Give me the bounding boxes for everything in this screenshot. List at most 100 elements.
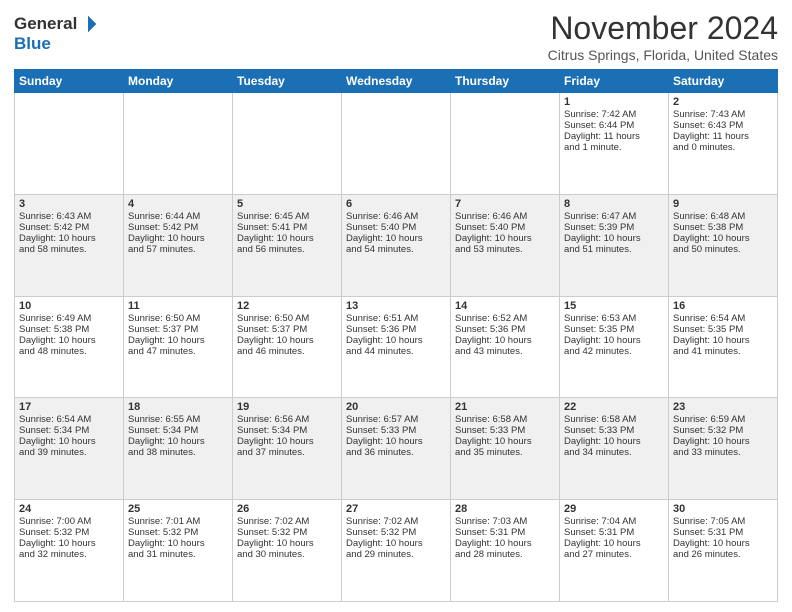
day-info: Daylight: 10 hours <box>128 233 228 244</box>
day-info: Daylight: 10 hours <box>455 335 555 346</box>
month-title: November 2024 <box>548 10 778 47</box>
calendar-cell: 6Sunrise: 6:46 AMSunset: 5:40 PMDaylight… <box>342 194 451 296</box>
day-info: and 44 minutes. <box>346 346 446 357</box>
day-info: Sunrise: 6:54 AM <box>19 414 119 425</box>
calendar-row: 3Sunrise: 6:43 AMSunset: 5:42 PMDaylight… <box>15 194 778 296</box>
weekday-header: Sunday <box>15 70 124 93</box>
day-info: Daylight: 10 hours <box>237 436 337 447</box>
location: Citrus Springs, Florida, United States <box>548 47 778 63</box>
day-info: Daylight: 11 hours <box>564 131 664 142</box>
day-info: Daylight: 10 hours <box>455 233 555 244</box>
day-info: and 31 minutes. <box>128 549 228 560</box>
day-info: Sunset: 5:33 PM <box>346 425 446 436</box>
day-info: and 48 minutes. <box>19 346 119 357</box>
day-info: Sunrise: 6:48 AM <box>673 211 773 222</box>
day-info: Sunrise: 6:58 AM <box>455 414 555 425</box>
calendar-cell <box>342 93 451 195</box>
day-info: Sunrise: 6:57 AM <box>346 414 446 425</box>
day-info: and 1 minute. <box>564 142 664 153</box>
day-info: Daylight: 10 hours <box>19 335 119 346</box>
day-number: 23 <box>673 401 773 413</box>
calendar-cell: 9Sunrise: 6:48 AMSunset: 5:38 PMDaylight… <box>669 194 778 296</box>
day-number: 10 <box>19 300 119 312</box>
day-info: and 34 minutes. <box>564 447 664 458</box>
weekday-header: Thursday <box>451 70 560 93</box>
calendar-cell: 29Sunrise: 7:04 AMSunset: 5:31 PMDayligh… <box>560 500 669 602</box>
header: General Blue November 2024 Citrus Spring… <box>14 10 778 63</box>
day-number: 21 <box>455 401 555 413</box>
day-number: 15 <box>564 300 664 312</box>
day-info: Sunset: 5:40 PM <box>346 222 446 233</box>
day-info: Daylight: 10 hours <box>19 538 119 549</box>
day-info: Sunset: 5:38 PM <box>673 222 773 233</box>
day-info: and 26 minutes. <box>673 549 773 560</box>
day-number: 9 <box>673 198 773 210</box>
day-info: Daylight: 10 hours <box>237 233 337 244</box>
day-info: Sunrise: 7:02 AM <box>237 516 337 527</box>
calendar-cell: 21Sunrise: 6:58 AMSunset: 5:33 PMDayligh… <box>451 398 560 500</box>
day-info: Sunrise: 7:43 AM <box>673 109 773 120</box>
calendar-cell: 4Sunrise: 6:44 AMSunset: 5:42 PMDaylight… <box>124 194 233 296</box>
day-info: and 35 minutes. <box>455 447 555 458</box>
day-info: Sunrise: 6:52 AM <box>455 313 555 324</box>
day-number: 3 <box>19 198 119 210</box>
day-number: 30 <box>673 503 773 515</box>
day-info: Sunset: 5:40 PM <box>455 222 555 233</box>
calendar-cell <box>233 93 342 195</box>
day-info: Daylight: 10 hours <box>346 436 446 447</box>
calendar-cell: 22Sunrise: 6:58 AMSunset: 5:33 PMDayligh… <box>560 398 669 500</box>
calendar-cell: 14Sunrise: 6:52 AMSunset: 5:36 PMDayligh… <box>451 296 560 398</box>
calendar-cell: 11Sunrise: 6:50 AMSunset: 5:37 PMDayligh… <box>124 296 233 398</box>
day-number: 18 <box>128 401 228 413</box>
logo: General Blue <box>14 14 99 54</box>
day-number: 16 <box>673 300 773 312</box>
day-number: 25 <box>128 503 228 515</box>
calendar-cell: 3Sunrise: 6:43 AMSunset: 5:42 PMDaylight… <box>15 194 124 296</box>
day-info: Daylight: 10 hours <box>346 538 446 549</box>
day-number: 6 <box>346 198 446 210</box>
day-info: Daylight: 10 hours <box>128 538 228 549</box>
day-info: and 50 minutes. <box>673 244 773 255</box>
day-number: 29 <box>564 503 664 515</box>
day-info: Sunset: 6:43 PM <box>673 120 773 131</box>
day-info: and 0 minutes. <box>673 142 773 153</box>
calendar-cell: 19Sunrise: 6:56 AMSunset: 5:34 PMDayligh… <box>233 398 342 500</box>
day-info: and 39 minutes. <box>19 447 119 458</box>
day-info: Sunset: 5:32 PM <box>19 527 119 538</box>
page: General Blue November 2024 Citrus Spring… <box>0 0 792 612</box>
calendar-cell <box>451 93 560 195</box>
calendar-cell: 20Sunrise: 6:57 AMSunset: 5:33 PMDayligh… <box>342 398 451 500</box>
day-info: Sunset: 5:38 PM <box>19 324 119 335</box>
day-info: Sunset: 5:34 PM <box>237 425 337 436</box>
day-info: Sunrise: 6:51 AM <box>346 313 446 324</box>
day-info: and 53 minutes. <box>455 244 555 255</box>
day-info: Sunrise: 6:47 AM <box>564 211 664 222</box>
weekday-header: Tuesday <box>233 70 342 93</box>
calendar-row: 10Sunrise: 6:49 AMSunset: 5:38 PMDayligh… <box>15 296 778 398</box>
day-info: Sunset: 5:34 PM <box>19 425 119 436</box>
calendar-cell: 26Sunrise: 7:02 AMSunset: 5:32 PMDayligh… <box>233 500 342 602</box>
day-number: 24 <box>19 503 119 515</box>
calendar-row: 24Sunrise: 7:00 AMSunset: 5:32 PMDayligh… <box>15 500 778 602</box>
day-info: and 56 minutes. <box>237 244 337 255</box>
day-info: Sunrise: 6:49 AM <box>19 313 119 324</box>
day-info: Sunset: 6:44 PM <box>564 120 664 131</box>
calendar-header-row: SundayMondayTuesdayWednesdayThursdayFrid… <box>15 70 778 93</box>
day-info: and 51 minutes. <box>564 244 664 255</box>
day-info: and 43 minutes. <box>455 346 555 357</box>
weekday-header: Monday <box>124 70 233 93</box>
day-info: Sunrise: 6:59 AM <box>673 414 773 425</box>
day-number: 26 <box>237 503 337 515</box>
day-info: Daylight: 10 hours <box>128 436 228 447</box>
day-info: and 36 minutes. <box>346 447 446 458</box>
day-number: 19 <box>237 401 337 413</box>
calendar-cell <box>124 93 233 195</box>
day-info: Sunrise: 6:50 AM <box>128 313 228 324</box>
day-info: and 29 minutes. <box>346 549 446 560</box>
day-info: Sunrise: 6:56 AM <box>237 414 337 425</box>
calendar-cell: 28Sunrise: 7:03 AMSunset: 5:31 PMDayligh… <box>451 500 560 602</box>
day-info: and 38 minutes. <box>128 447 228 458</box>
day-info: Sunset: 5:42 PM <box>19 222 119 233</box>
calendar-cell: 23Sunrise: 6:59 AMSunset: 5:32 PMDayligh… <box>669 398 778 500</box>
calendar-cell: 18Sunrise: 6:55 AMSunset: 5:34 PMDayligh… <box>124 398 233 500</box>
